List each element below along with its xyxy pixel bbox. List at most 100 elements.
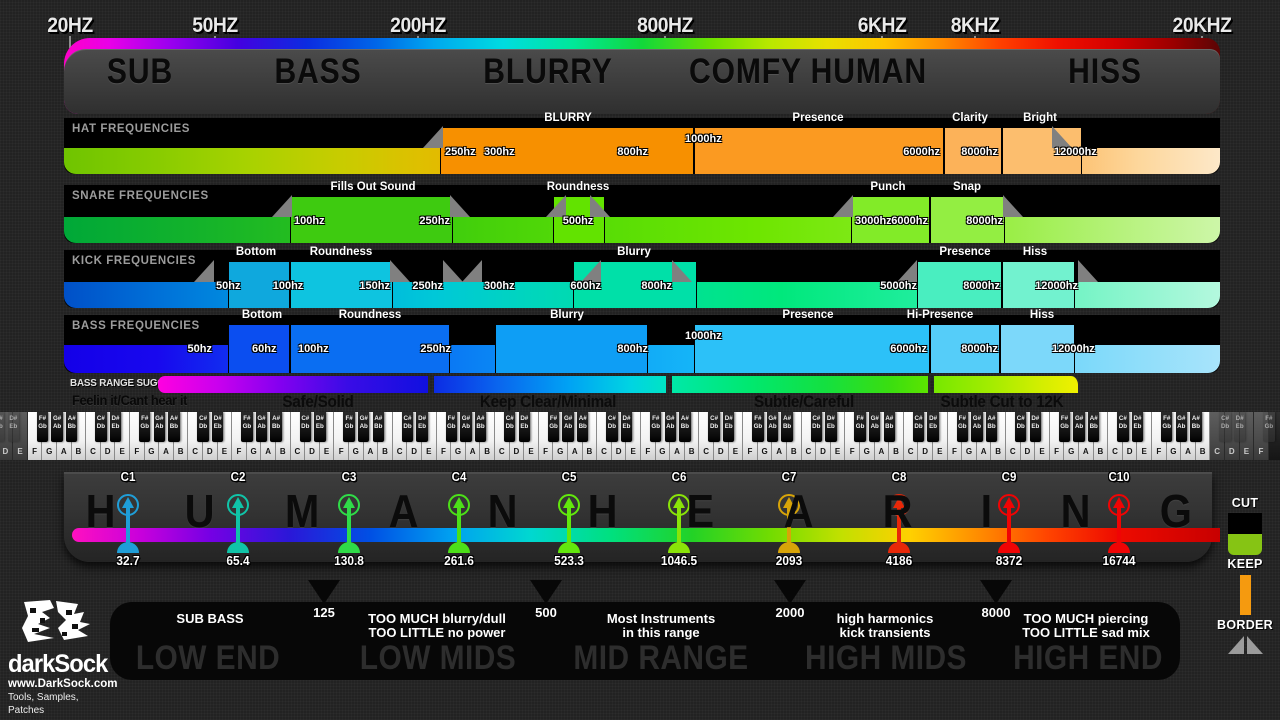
piano-black-key[interactable]: G# Ab — [1175, 412, 1187, 442]
piano-black-key[interactable]: A# Bb — [781, 412, 793, 442]
piano-black-key[interactable]: G# Ab — [869, 412, 881, 442]
boundary-triangle-kick-5 — [581, 260, 601, 282]
piano-black-key[interactable]: C#Db — [95, 412, 107, 442]
piano-black-key[interactable]: C#Db — [606, 412, 618, 442]
piano-black-key[interactable]: A# Bb — [66, 412, 78, 442]
note-frequency-C8: 4186 — [885, 554, 913, 568]
piano-black-key[interactable]: C#Db — [1219, 412, 1231, 442]
freq-marker-bass-8: 12000hz — [1052, 343, 1095, 355]
piano-black-key[interactable]: G# Ab — [255, 412, 268, 442]
piano-black-key[interactable]: G# Ab — [358, 412, 370, 442]
piano-black-key[interactable]: D# Eb — [7, 412, 19, 442]
boundary-triangle-snare-0 — [272, 195, 292, 217]
piano-black-key[interactable]: F# Gb — [1263, 412, 1275, 442]
piano-flat-label: Eb — [213, 423, 222, 430]
piano-black-key[interactable]: F# Gb — [956, 412, 968, 442]
piano-black-key[interactable]: C#Db — [299, 412, 311, 442]
piano-flat-label: Bb — [476, 423, 485, 430]
frequency-chart-infographic: 20HZ 50HZ 200HZ 800HZ 6KHZ 8KHZ 20KHZ SUB BASS B… — [0, 0, 1280, 720]
piano-flat-label: Ab — [1074, 423, 1084, 430]
piano-sharp-label: F# — [652, 415, 660, 422]
piano-black-key[interactable]: C#Db — [708, 412, 720, 442]
piano-black-key[interactable]: A# Bb — [1190, 412, 1202, 442]
piano-key-label: D — [206, 447, 213, 456]
freq-marker-hat-1: 300hz — [484, 146, 515, 158]
piano-sharp-label: D# — [213, 415, 222, 422]
piano-sharp-label: D# — [1031, 415, 1040, 422]
piano-key-label: A — [571, 447, 578, 456]
piano-black-key[interactable]: G# Ab — [766, 412, 779, 442]
piano-black-key[interactable]: D# Eb — [723, 412, 735, 442]
piano-flat-label: Eb — [315, 423, 324, 430]
piano-key-label: A — [163, 447, 169, 456]
piano-black-key[interactable]: A# Bb — [168, 412, 180, 442]
piano-black-key[interactable]: G# Ab — [1073, 412, 1085, 442]
piano-black-key[interactable]: F# Gb — [445, 412, 457, 442]
brand-logo[interactable]: darkSock www.DarkSock.com Tools, Samples… — [8, 598, 118, 717]
piano-black-key[interactable]: F# Gb — [547, 412, 560, 442]
piano-black-key[interactable]: F# Gb — [241, 412, 253, 442]
piano-black-key[interactable]: C#Db — [0, 412, 5, 442]
piano-black-key[interactable]: C#Db — [197, 412, 209, 442]
piano-black-key[interactable]: A# Bb — [270, 412, 282, 442]
row-title-kick: KICK FREQUENCIES — [72, 255, 196, 267]
piano-black-key[interactable]: G# Ab — [153, 412, 165, 442]
piano-black-key[interactable]: D# Eb — [109, 412, 122, 442]
piano-black-key[interactable]: A# Bb — [985, 412, 998, 442]
piano-black-key[interactable]: G# Ab — [51, 412, 63, 442]
piano-flat-label: Bb — [885, 423, 894, 430]
piano-black-key[interactable]: A# Bb — [679, 412, 691, 442]
piano-key-label: E — [17, 447, 23, 456]
piano-black-key[interactable]: G# Ab — [664, 412, 676, 442]
piano-key-label: G — [1170, 447, 1177, 456]
piano-black-key[interactable]: F# Gb — [854, 412, 866, 442]
range-note-0: SUB BASS — [176, 611, 244, 626]
piano-black-key[interactable]: D# Eb — [314, 412, 326, 442]
piano-black-key[interactable]: G# Ab — [460, 412, 472, 442]
piano-black-key[interactable]: F# Gb — [650, 412, 662, 442]
piano-key-label: D — [104, 447, 111, 456]
piano-key-label: F — [440, 447, 446, 456]
piano-black-key[interactable]: D# Eb — [212, 412, 224, 442]
piano-black-key[interactable]: C#Db — [1015, 412, 1027, 442]
segment-label-bass-0: Bottom — [241, 309, 283, 321]
piano-black-key[interactable]: D# Eb — [825, 412, 837, 442]
piano-black-key[interactable]: A# Bb — [577, 412, 589, 442]
freq-marker-hat-2: 800hz — [617, 146, 648, 158]
piano-black-key[interactable]: D# Eb — [620, 412, 633, 442]
piano-black-key[interactable]: G# Ab — [971, 412, 983, 442]
piano-black-key[interactable]: D# Eb — [1234, 412, 1246, 442]
piano-black-key[interactable]: F# Gb — [343, 412, 355, 442]
piano-black-key[interactable]: A# Bb — [883, 412, 895, 442]
piano-black-key[interactable]: F# Gb — [36, 412, 49, 442]
piano-key-label: F — [32, 447, 38, 456]
piano-black-key[interactable]: D# Eb — [518, 412, 530, 442]
piano-black-key[interactable]: C#Db — [912, 412, 925, 442]
piano-black-key[interactable]: A# Bb — [474, 412, 487, 442]
piano-black-key[interactable]: F# Gb — [752, 412, 764, 442]
piano-black-key[interactable]: C#Db — [504, 412, 516, 442]
freq-marker-hat-3: 1000hz — [685, 133, 722, 145]
piano-black-key[interactable]: F# Gb — [1058, 412, 1071, 442]
piano-black-key[interactable]: A# Bb — [372, 412, 384, 442]
piano-black-key[interactable]: A# Bb — [1088, 412, 1100, 442]
piano-black-key[interactable]: D# Eb — [416, 412, 428, 442]
piano-black-key[interactable]: D# Eb — [927, 412, 939, 442]
piano-sharp-label: G# — [359, 415, 368, 422]
piano-black-key[interactable]: D# Eb — [1131, 412, 1144, 442]
boundary-triangle-snare-5 — [1003, 195, 1023, 217]
piano-black-key[interactable]: D# Eb — [1029, 412, 1041, 442]
piano-keyboard[interactable]: CC#DbDD#EbEFF#GbGG#AbAA#BbBCC#DbDD#EbEFF… — [0, 412, 1280, 460]
bass-range-subtitle: Feelin it/Cant hear it — [72, 392, 187, 408]
piano-black-key[interactable]: C#Db — [810, 412, 822, 442]
piano-sharp-label: F# — [345, 415, 353, 422]
piano-black-key[interactable]: F# Gb — [1161, 412, 1173, 442]
piano-sharp-label: C# — [812, 415, 821, 422]
piano-black-key[interactable]: F# Gb — [139, 412, 151, 442]
row-hat: HAT FREQUENCIES BLURRY Presence Clarity Brig… — [64, 112, 1220, 174]
brand-url[interactable]: www.DarkSock.com — [8, 677, 118, 691]
range-note-4: TOO MUCH piercing TOO LITTLE sad mix — [1022, 611, 1150, 640]
piano-black-key[interactable]: C#Db — [1117, 412, 1129, 442]
piano-black-key[interactable]: G# Ab — [562, 412, 574, 442]
piano-black-key[interactable]: C#Db — [401, 412, 414, 442]
